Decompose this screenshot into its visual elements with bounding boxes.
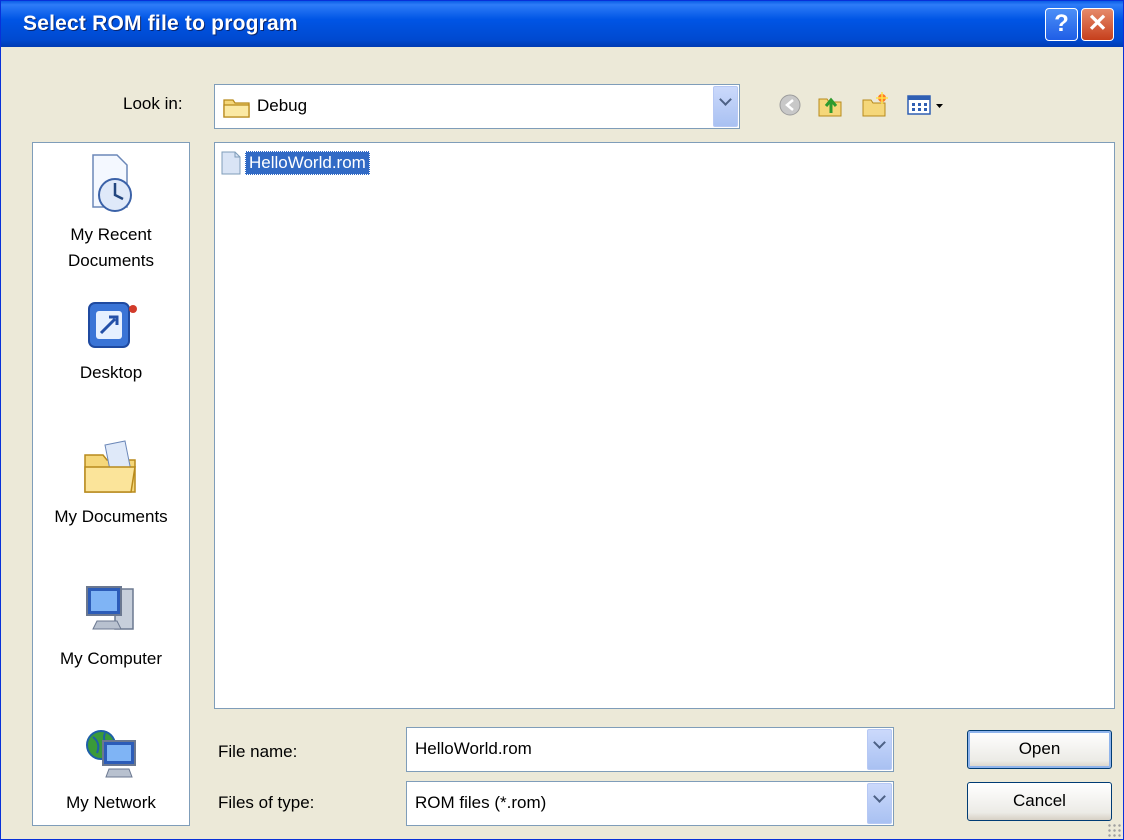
look-in-label: Look in: <box>123 94 183 113</box>
list-item[interactable]: HelloWorld.rom <box>220 149 370 177</box>
file-name-label: File name: <box>218 742 298 761</box>
place-label: My Computer <box>59 649 163 668</box>
file-name-input[interactable]: HelloWorld.rom <box>406 727 894 772</box>
file-name-value: HelloWorld.rom <box>415 739 532 758</box>
place-label: My Recent <box>70 225 152 244</box>
place-my-computer[interactable]: My Computer <box>33 579 189 672</box>
my-computer-icon <box>86 586 134 630</box>
look-in-dropdown-arrow[interactable] <box>713 86 738 127</box>
close-icon: ✕ <box>1087 10 1108 37</box>
recent-documents-icon <box>92 154 132 212</box>
look-in-value: Debug <box>257 96 308 115</box>
views-menu-icon[interactable] <box>905 91 949 119</box>
resize-grip[interactable] <box>1107 823 1121 837</box>
up-folder-icon[interactable] <box>816 91 844 119</box>
files-of-type-dropdown-arrow[interactable] <box>867 783 892 824</box>
title-bar[interactable]: Select ROM file to program ? ✕ <box>1 1 1123 47</box>
window-title: Select ROM file to program <box>23 12 298 35</box>
file-name-dropdown-arrow[interactable] <box>867 729 892 770</box>
place-my-recent-documents[interactable]: My Recent Documents <box>33 151 189 274</box>
places-bar: My Recent Documents Desktop My Documents <box>32 142 190 826</box>
new-folder-icon[interactable] <box>861 91 889 119</box>
my-network-icon <box>86 730 136 778</box>
file-open-dialog: Select ROM file to program ? ✕ Look in: … <box>0 0 1124 840</box>
help-button[interactable]: ? <box>1045 8 1078 41</box>
file-icon <box>221 151 241 175</box>
place-label: My Documents <box>54 507 168 526</box>
place-my-network[interactable]: My Network <box>33 723 189 816</box>
close-button[interactable]: ✕ <box>1081 8 1114 41</box>
place-label: Desktop <box>79 363 143 382</box>
file-list[interactable]: HelloWorld.rom <box>214 142 1115 709</box>
look-in-dropdown[interactable]: Debug <box>214 84 740 129</box>
place-my-documents[interactable]: My Documents <box>33 437 189 530</box>
place-label: Documents <box>68 251 154 270</box>
files-of-type-label: Files of type: <box>218 793 315 812</box>
place-desktop[interactable]: Desktop <box>33 293 189 386</box>
file-name: HelloWorld.rom <box>245 151 370 175</box>
open-button[interactable]: Open <box>967 730 1112 769</box>
my-documents-icon <box>84 440 136 493</box>
place-label: My Network <box>66 793 156 812</box>
folder-icon <box>223 99 250 118</box>
files-of-type-value: ROM files (*.rom) <box>415 793 547 812</box>
help-icon: ? <box>1054 10 1069 37</box>
cancel-button[interactable]: Cancel <box>967 782 1112 821</box>
files-of-type-dropdown[interactable]: ROM files (*.rom) <box>406 781 894 826</box>
desktop-icon <box>88 302 137 348</box>
back-arrow-icon[interactable] <box>776 91 804 119</box>
